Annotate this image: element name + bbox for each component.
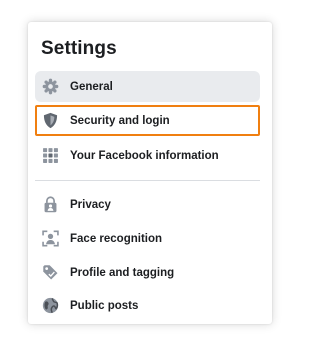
- tag-icon: [42, 264, 59, 281]
- settings-title: Settings: [41, 38, 117, 59]
- settings-item-general[interactable]: General: [35, 71, 260, 102]
- section-divider: [35, 180, 260, 181]
- globe-icon: [42, 297, 59, 314]
- settings-panel: Settings General Security and login Your…: [28, 22, 272, 324]
- settings-item-label: Privacy: [70, 198, 111, 211]
- gear-icon: [42, 78, 59, 95]
- settings-item-label: Face recognition: [70, 232, 163, 245]
- settings-item-label: Public posts: [70, 299, 139, 312]
- settings-item-label: Security and login: [70, 114, 170, 127]
- face-scan-icon: [42, 230, 59, 247]
- lock-person-icon: [42, 196, 59, 213]
- settings-item-profile-and-tagging[interactable]: Profile and tagging: [35, 257, 260, 288]
- settings-item-security[interactable]: Security and login: [35, 105, 260, 136]
- settings-item-label: Profile and tagging: [70, 266, 175, 279]
- settings-item-label: General: [70, 80, 113, 93]
- settings-item-label: Your Facebook information: [70, 149, 219, 162]
- shield-icon: [42, 112, 59, 129]
- settings-item-face-recognition[interactable]: Face recognition: [35, 223, 260, 254]
- settings-item-your-facebook-information[interactable]: Your Facebook information: [35, 140, 260, 171]
- grid-icon: [42, 147, 59, 164]
- settings-item-public-posts[interactable]: Public posts: [35, 290, 260, 321]
- settings-item-privacy[interactable]: Privacy: [35, 189, 260, 220]
